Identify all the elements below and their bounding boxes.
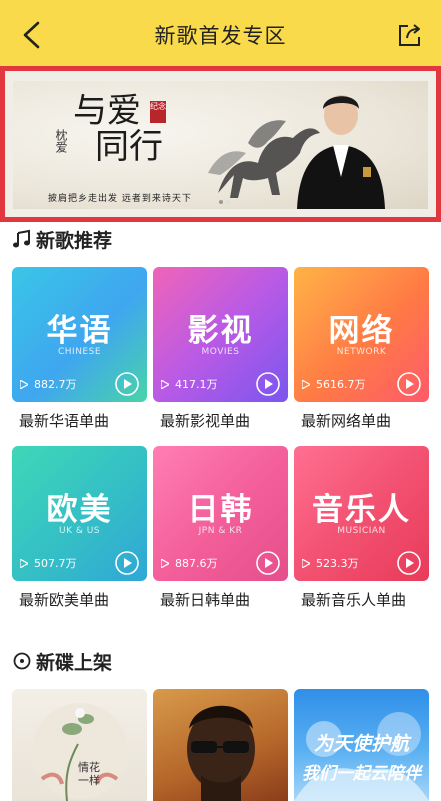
category-card-network[interactable]: 网络 NETWORK 5616.7万 xyxy=(294,267,429,402)
card-label[interactable]: 最新华语单曲 xyxy=(19,410,109,431)
album-cover-3[interactable]: 为天使护航 我们一起云陪伴 xyxy=(294,689,429,801)
card-title: 欧美 xyxy=(46,492,113,528)
album-3-title-line1: 为天使护航 xyxy=(313,733,409,755)
play-count-text: 417.1万 xyxy=(175,378,218,391)
play-small-icon xyxy=(302,379,310,389)
new-albums-heading: 新碟上架 xyxy=(12,648,112,674)
card-title: 网络 xyxy=(328,313,395,349)
play-count: 882.7万 xyxy=(20,376,77,392)
play-button-icon[interactable] xyxy=(397,551,421,575)
banner-title-line2: 同行 xyxy=(95,127,163,167)
card-label[interactable]: 最新音乐人单曲 xyxy=(301,589,406,610)
play-count: 5616.7万 xyxy=(302,376,366,392)
category-card-chinese[interactable]: 华语 CHINESE 882.7万 xyxy=(12,267,147,402)
page-title: 新歌首发专区 xyxy=(154,24,287,48)
play-count-text: 5616.7万 xyxy=(316,378,366,391)
banner-pager-dots xyxy=(219,200,230,204)
album-1-title: 情花一样 xyxy=(78,761,100,787)
card-label[interactable]: 最新网络单曲 xyxy=(301,410,391,431)
card-subtitle: CHINESE xyxy=(57,347,102,357)
play-button-icon[interactable] xyxy=(256,551,280,575)
card-subtitle: JPN & KR xyxy=(198,526,243,536)
category-card-musician[interactable]: 音乐人 MUSICIAN 523.3万 xyxy=(294,446,429,581)
play-count-text: 882.7万 xyxy=(34,378,77,391)
banner-small-text: 枕爱 xyxy=(54,129,68,153)
promo-banner[interactable]: 枕爱 与爱 同行 纪念 披肩把乡走出发 远者到来诗天下 xyxy=(13,81,428,209)
play-button-icon[interactable] xyxy=(115,551,139,575)
new-albums-heading-text: 新碟上架 xyxy=(36,651,113,674)
album-cover-2[interactable] xyxy=(153,689,288,801)
banner-tagline: 披肩把乡走出发 远者到来诗天下 xyxy=(48,194,192,204)
album-cover-1[interactable]: 情花一样 xyxy=(12,689,147,801)
play-count-text: 507.7万 xyxy=(34,557,77,570)
banner-highlight-frame: 枕爱 与爱 同行 纪念 披肩把乡走出发 远者到来诗天下 xyxy=(0,66,441,222)
play-count-text: 887.6万 xyxy=(175,557,218,570)
banner-seal: 纪念 xyxy=(150,101,166,123)
singer-photo xyxy=(297,95,385,209)
disc-icon xyxy=(13,652,31,670)
play-count: 507.7万 xyxy=(20,555,77,571)
play-count: 417.1万 xyxy=(161,376,218,392)
album-2-artwork xyxy=(187,705,255,801)
card-label[interactable]: 最新日韩单曲 xyxy=(160,589,250,610)
play-small-icon xyxy=(161,558,169,568)
play-button-icon[interactable] xyxy=(115,372,139,396)
top-bar: 新歌首发专区 xyxy=(0,0,441,66)
play-count-text: 523.3万 xyxy=(316,557,359,570)
play-small-icon xyxy=(161,379,169,389)
category-card-jpkr[interactable]: 日韩 JPN & KR 887.6万 xyxy=(153,446,288,581)
play-small-icon xyxy=(302,558,310,568)
card-subtitle: NETWORK xyxy=(336,347,387,357)
category-card-western[interactable]: 欧美 UK & US 507.7万 xyxy=(12,446,147,581)
play-count: 523.3万 xyxy=(302,555,359,571)
album-3-title-line2: 我们一起云陪伴 xyxy=(302,764,421,784)
card-title: 音乐人 xyxy=(312,492,411,528)
new-songs-heading: 新歌推荐 xyxy=(12,226,112,252)
card-title: 华语 xyxy=(46,313,113,349)
play-button-icon[interactable] xyxy=(256,372,280,396)
card-title: 日韩 xyxy=(187,492,254,528)
card-label[interactable]: 最新影视单曲 xyxy=(160,410,250,431)
music-note-icon xyxy=(13,229,30,248)
card-subtitle: MOVIES xyxy=(201,347,240,357)
card-title: 影视 xyxy=(187,313,254,349)
category-card-movies[interactable]: 影视 MOVIES 417.1万 xyxy=(153,267,288,402)
card-subtitle: MUSICIAN xyxy=(337,526,386,536)
play-small-icon xyxy=(20,379,28,389)
new-songs-heading-text: 新歌推荐 xyxy=(36,229,113,252)
card-subtitle: UK & US xyxy=(58,526,101,536)
share-icon[interactable] xyxy=(397,22,423,48)
play-count: 887.6万 xyxy=(161,555,218,571)
play-button-icon[interactable] xyxy=(397,372,421,396)
card-label[interactable]: 最新欧美单曲 xyxy=(19,589,109,610)
play-small-icon xyxy=(20,558,28,568)
